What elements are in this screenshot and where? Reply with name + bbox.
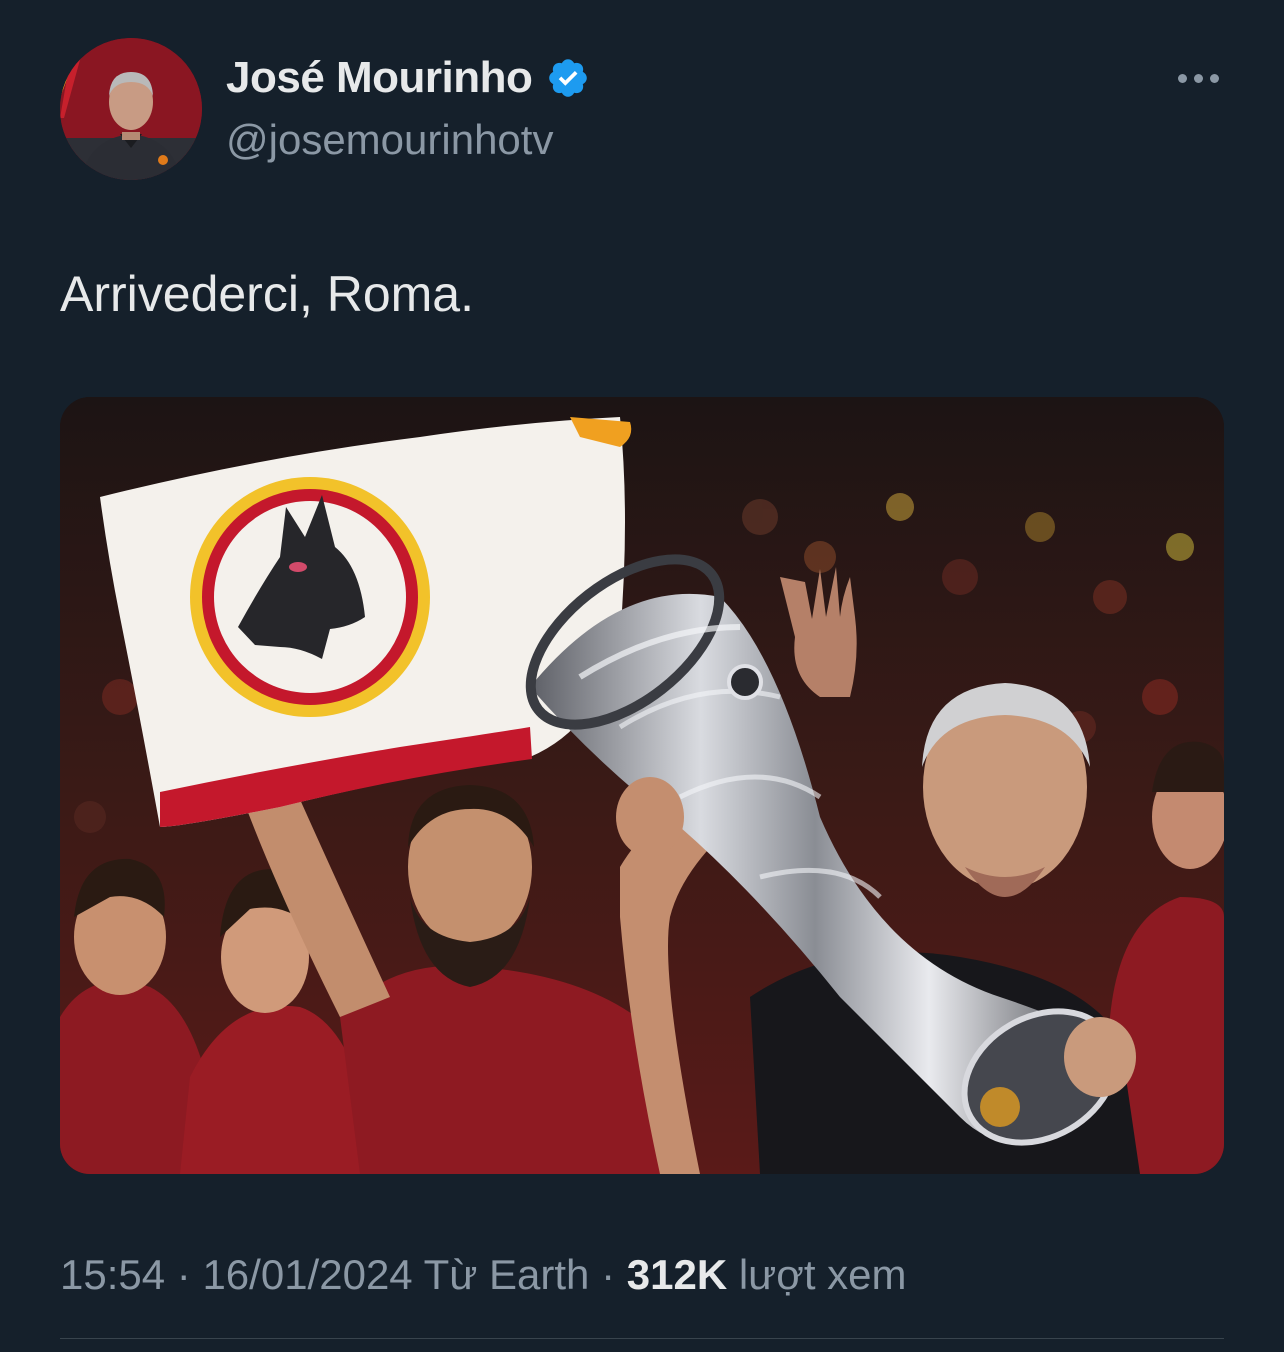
avatar-image <box>60 38 202 180</box>
author-avatar[interactable] <box>60 38 202 180</box>
tweet-text: Arrivederci, Roma. <box>60 266 474 322</box>
more-dot <box>1193 73 1203 83</box>
more-options-button[interactable] <box>1170 60 1226 96</box>
tweet-time[interactable]: 15:54 <box>60 1251 165 1298</box>
verified-badge-icon <box>546 56 590 100</box>
photo-illustration <box>60 397 1224 1174</box>
author-handle[interactable]: @josemourinhotv <box>226 112 553 168</box>
meta-separator: · <box>601 1251 616 1298</box>
author-display-name[interactable]: José Mourinho <box>226 50 533 106</box>
tweet-source: Từ Earth <box>423 1251 590 1298</box>
author-name-row: José Mourinho <box>226 50 590 106</box>
tweet-date[interactable]: 16/01/2024 <box>202 1251 412 1298</box>
views-label: lượt xem <box>738 1251 907 1298</box>
more-horizontal-icon <box>1177 73 1187 83</box>
divider <box>60 1338 1224 1339</box>
more-dot <box>1209 73 1219 83</box>
views-count: 312K <box>626 1251 728 1298</box>
tweet-meta: 15:54 · 16/01/2024 Từ Earth · 312K lượt … <box>60 1246 907 1304</box>
meta-separator: · <box>176 1251 191 1298</box>
tweet-photo[interactable] <box>60 397 1224 1174</box>
tweet-detail: José Mourinho @josemourinhotv Arrivederc… <box>0 0 1284 1352</box>
